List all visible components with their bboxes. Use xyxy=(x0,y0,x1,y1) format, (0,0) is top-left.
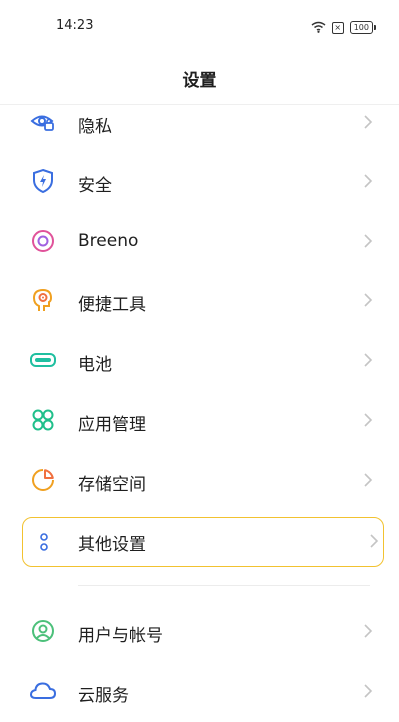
settings-item-label: 应用管理 xyxy=(78,415,146,435)
settings-item-storage[interactable]: 存储空间 xyxy=(0,451,399,511)
settings-item-user-accounts[interactable]: 用户与帐号 xyxy=(0,602,399,662)
chevron-right-icon xyxy=(365,532,383,550)
wifi-icon xyxy=(311,18,326,37)
user-account-icon xyxy=(28,616,58,646)
page-title: 设置 xyxy=(182,71,217,91)
settings-item-battery[interactable]: 电池 xyxy=(0,331,399,391)
settings-item-security[interactable]: 安全 xyxy=(0,152,399,212)
settings-item-cloud-service[interactable]: 云服务 xyxy=(0,662,399,722)
chevron-right-icon xyxy=(359,622,377,640)
status-bar: 14:23 × 100 xyxy=(0,0,399,52)
apps-grid-icon xyxy=(28,405,58,435)
status-time: 14:23 xyxy=(56,18,94,33)
battery-icon xyxy=(28,345,58,375)
battery-indicator: 100 xyxy=(349,21,377,34)
settings-item-label: 用户与帐号 xyxy=(78,626,163,646)
chevron-right-icon xyxy=(359,411,377,429)
settings-item-label: 电池 xyxy=(78,355,112,375)
settings-item-label: 存储空间 xyxy=(78,475,146,495)
settings-item-app-management[interactable]: 应用管理 xyxy=(0,391,399,451)
other-dots-icon xyxy=(29,527,59,557)
smart-tools-icon xyxy=(28,285,58,315)
chevron-right-icon xyxy=(359,682,377,700)
chevron-right-icon xyxy=(359,172,377,190)
storage-pie-icon xyxy=(28,465,58,495)
privacy-eye-icon xyxy=(28,107,58,137)
settings-item-label: Breeno xyxy=(78,231,139,251)
settings-item-label: 云服务 xyxy=(78,686,129,706)
settings-item-privacy[interactable]: 隐私 xyxy=(0,93,399,153)
settings-item-label: 安全 xyxy=(78,176,112,196)
breeno-ring-icon xyxy=(28,226,58,256)
chevron-right-icon xyxy=(359,471,377,489)
settings-item-smart-tools[interactable]: 便捷工具 xyxy=(0,271,399,331)
section-divider xyxy=(78,585,370,586)
cloud-icon xyxy=(28,676,58,706)
settings-item-label: 其他设置 xyxy=(78,535,146,555)
settings-item-label: 隐私 xyxy=(78,117,112,137)
settings-item-label: 便捷工具 xyxy=(78,295,146,315)
chevron-right-icon xyxy=(359,232,377,250)
settings-item-breeno[interactable]: Breeno xyxy=(0,212,399,272)
status-icons: × 100 xyxy=(311,18,377,37)
chevron-right-icon xyxy=(359,291,377,309)
chevron-right-icon xyxy=(359,351,377,369)
chevron-right-icon xyxy=(359,113,377,131)
sim-icon: × xyxy=(331,21,344,34)
settings-item-other-settings[interactable]: 其他设置 xyxy=(22,517,384,567)
shield-icon xyxy=(28,166,58,196)
